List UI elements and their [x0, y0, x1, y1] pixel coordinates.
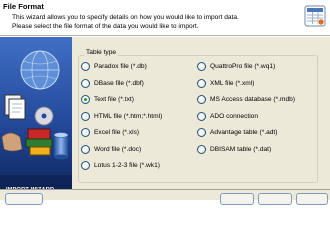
radio-label: Word file (*.doc) — [94, 145, 142, 153]
radio-button-indicator[interactable] — [81, 78, 90, 88]
back-button[interactable] — [220, 193, 254, 205]
table-type-legend: Table type — [84, 49, 119, 56]
cancel-button[interactable] — [296, 193, 328, 205]
table-grid-icon — [304, 5, 326, 27]
radio-label: ADO connection — [210, 112, 259, 120]
description-line-2: Please select the file format of the dat… — [12, 23, 199, 30]
radio-label: DBISAM table (*.dat) — [210, 145, 272, 153]
globe-icon — [20, 50, 60, 90]
radio-button-indicator[interactable] — [197, 95, 206, 104]
radio-button-indicator[interactable] — [81, 144, 90, 154]
radio-button-indicator[interactable] — [81, 111, 90, 121]
next-button[interactable] — [258, 193, 292, 205]
radio-button-indicator[interactable] — [197, 78, 206, 88]
radio-label: DBase file (*.dbf) — [94, 79, 144, 87]
header-description: This wizard allows you to specify detail… — [12, 13, 239, 31]
import-wizard-banner — [0, 37, 72, 190]
specifications-button[interactable] — [5, 193, 43, 205]
radio-button-indicator[interactable] — [197, 144, 206, 154]
radio-button-indicator[interactable] — [81, 128, 90, 137]
radio-button-indicator[interactable] — [81, 62, 90, 71]
radio-label: Advantage table (*.adt) — [210, 129, 278, 136]
wizard-header: File Format This wizard allows you to sp… — [0, 0, 330, 36]
radio-button-indicator[interactable] — [81, 161, 90, 170]
book-icon — [25, 128, 53, 156]
radio-button-indicator[interactable] — [81, 95, 90, 104]
cd-disc-icon — [34, 106, 54, 126]
radio-button-indicator[interactable] — [197, 128, 206, 137]
radio-selected-dot — [84, 98, 87, 101]
radio-label: XML file (*.xml) — [210, 79, 255, 87]
radio-label: Paradox file (*.db) — [94, 63, 147, 70]
description-line-1: This wizard allows you to specify detail… — [12, 14, 239, 21]
radio-button-indicator[interactable] — [197, 62, 206, 71]
radio-label: HTML file (*.htm;*.html) — [94, 112, 163, 120]
radio-label: MS Access database (*.mdb) — [210, 96, 296, 103]
radio-label: Lotus 1-2-3 file (*.wk1) — [94, 162, 160, 169]
radio-label: QuattroPro file (*.wq1) — [210, 63, 276, 70]
database-icon — [53, 132, 69, 160]
radio-label: Text file (*.txt) — [94, 96, 134, 103]
page-title: File Format — [3, 2, 44, 11]
radio-label: Excel file (*.xls) — [94, 129, 140, 136]
document-stack-icon — [4, 94, 26, 120]
radio-button-indicator[interactable] — [197, 111, 206, 121]
